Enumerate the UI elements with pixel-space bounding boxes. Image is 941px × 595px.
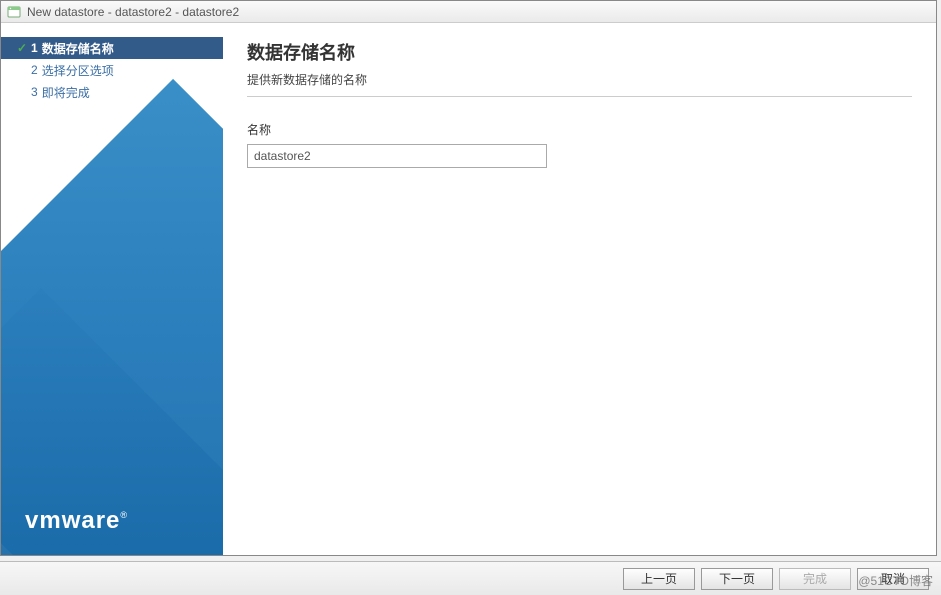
titlebar: New datastore - datastore2 - datastore2 <box>1 1 936 23</box>
wizard-window: New datastore - datastore2 - datastore2 … <box>0 0 937 556</box>
divider <box>247 96 912 97</box>
check-icon: ✓ <box>17 41 31 55</box>
step-number: 3 <box>31 85 38 99</box>
cancel-button[interactable]: 取消 <box>857 568 929 590</box>
back-button[interactable]: 上一页 <box>623 568 695 590</box>
vmware-logo: vmware® <box>25 507 128 535</box>
step-label: 数据存储名称 <box>42 40 114 57</box>
wizard-sidebar: ✓ 1 数据存储名称 ✓ 2 选择分区选项 ✓ 3 即将完成 vmware® <box>1 23 223 555</box>
window-title: New datastore - datastore2 - datastore2 <box>27 5 239 19</box>
datastore-name-input[interactable] <box>247 144 547 168</box>
finish-button: 完成 <box>779 568 851 590</box>
step-1-datastore-name[interactable]: ✓ 1 数据存储名称 <box>1 37 223 59</box>
name-field-label: 名称 <box>247 121 912 138</box>
datastore-icon <box>7 5 21 19</box>
step-label: 选择分区选项 <box>42 62 114 79</box>
wizard-steps: ✓ 1 数据存储名称 ✓ 2 选择分区选项 ✓ 3 即将完成 <box>1 23 223 103</box>
wizard-body: ✓ 1 数据存储名称 ✓ 2 选择分区选项 ✓ 3 即将完成 vmware® <box>1 23 936 555</box>
page-subtitle: 提供新数据存储的名称 <box>247 71 912 96</box>
wizard-main-panel: 数据存储名称 提供新数据存储的名称 名称 <box>223 23 936 555</box>
step-number: 1 <box>31 41 38 55</box>
step-label: 即将完成 <box>42 84 90 101</box>
step-number: 2 <box>31 63 38 77</box>
wizard-footer: 上一页 下一页 完成 取消 <box>0 561 941 595</box>
page-heading: 数据存储名称 <box>247 39 912 65</box>
step-2-partition-options[interactable]: ✓ 2 选择分区选项 <box>1 59 223 81</box>
step-3-ready-to-complete[interactable]: ✓ 3 即将完成 <box>1 81 223 103</box>
next-button[interactable]: 下一页 <box>701 568 773 590</box>
